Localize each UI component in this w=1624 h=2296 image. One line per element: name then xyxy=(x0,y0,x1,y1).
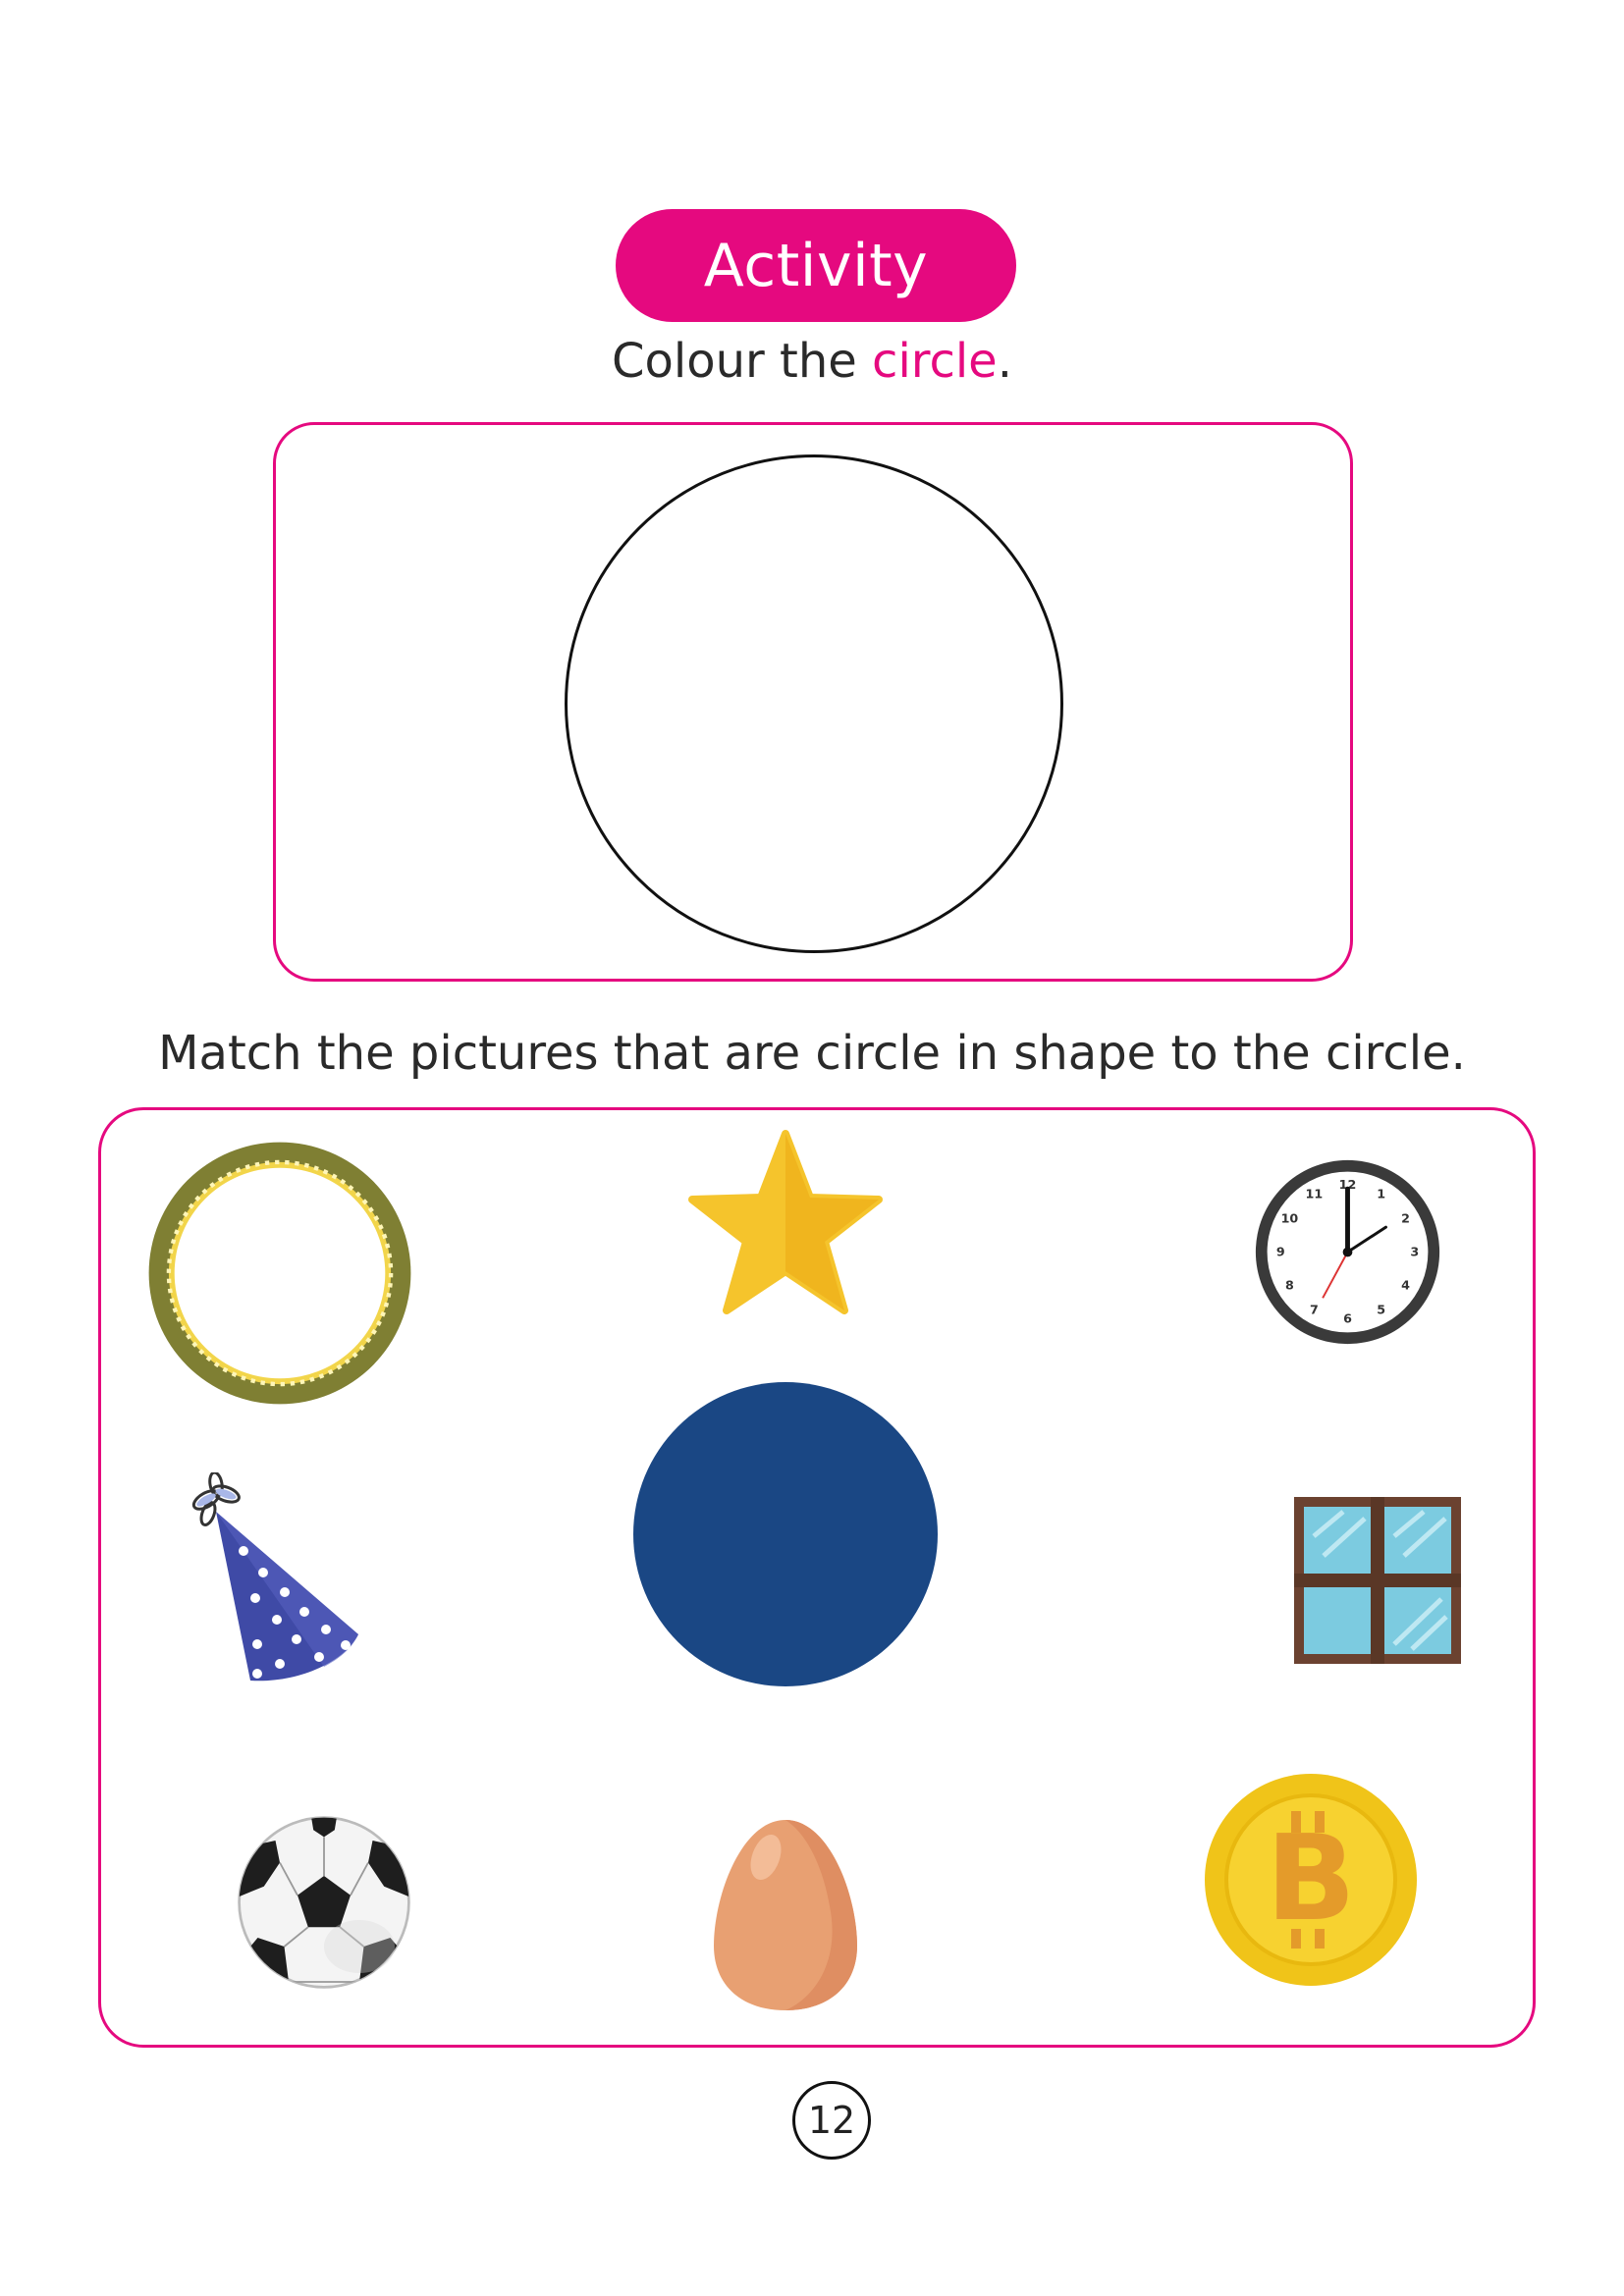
colour-instruction: Colour the circle. xyxy=(0,334,1624,389)
clock-number: 1 xyxy=(1377,1186,1385,1201)
football-icon[interactable] xyxy=(236,1814,412,1991)
frame-icon[interactable] xyxy=(137,1131,422,1415)
match-instruction: Match the pictures that are circle in sh… xyxy=(158,1026,1466,1081)
colouring-circle[interactable] xyxy=(565,454,1063,953)
coin-icon[interactable]: B xyxy=(1203,1772,1419,1988)
clock-number: 10 xyxy=(1281,1210,1299,1225)
clock-number: 2 xyxy=(1401,1210,1410,1225)
colour-instruction-highlight: circle xyxy=(872,334,998,389)
clock-number: 11 xyxy=(1306,1186,1324,1201)
clock-number: 6 xyxy=(1343,1311,1352,1326)
clock-icon[interactable]: 12 1 2 3 4 5 6 7 8 9 10 11 xyxy=(1252,1156,1443,1348)
star-icon[interactable] xyxy=(687,1129,884,1315)
clock-number: 5 xyxy=(1377,1302,1385,1316)
blue-circle-icon[interactable] xyxy=(633,1382,938,1686)
window-icon[interactable] xyxy=(1294,1497,1461,1664)
page-number: 12 xyxy=(792,2081,871,2160)
clock-number: 8 xyxy=(1285,1278,1294,1293)
party-hat-icon[interactable] xyxy=(187,1472,363,1693)
clock-number: 4 xyxy=(1401,1278,1410,1293)
egg-icon[interactable] xyxy=(712,1818,859,2012)
colour-instruction-suffix: . xyxy=(997,334,1012,389)
clock-number: 7 xyxy=(1310,1302,1319,1316)
clock-number: 9 xyxy=(1276,1244,1285,1258)
clock-number: 3 xyxy=(1410,1244,1419,1258)
colour-instruction-prefix: Colour the xyxy=(612,334,873,389)
activity-badge: Activity xyxy=(616,209,1016,322)
svg-text:B: B xyxy=(1266,1811,1355,1948)
